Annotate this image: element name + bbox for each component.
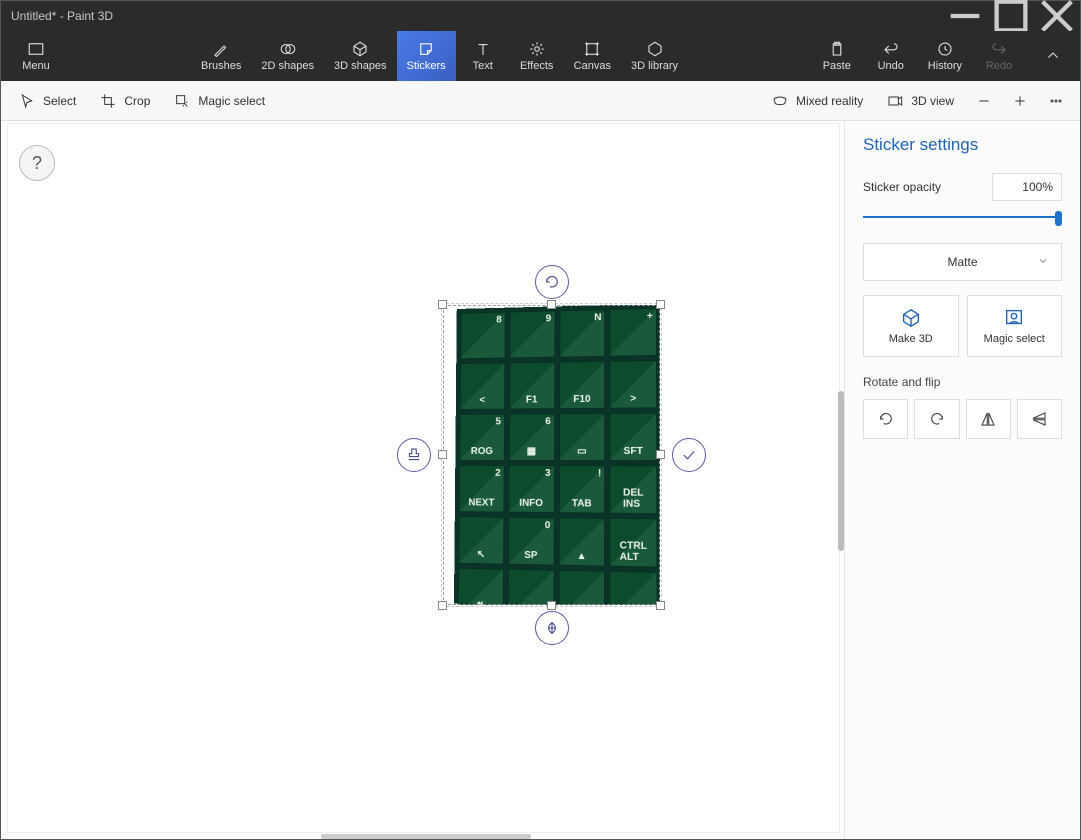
undo-label: Undo (878, 60, 904, 72)
3d-shapes-tab[interactable]: 3D shapes (324, 31, 397, 81)
paste-button[interactable]: Paste (810, 31, 864, 81)
chevron-down-icon (1037, 255, 1049, 270)
make-3d-handle[interactable] (535, 611, 569, 645)
effects-label: Effects (520, 60, 553, 72)
2d-shapes-tab[interactable]: 2D shapes (251, 31, 324, 81)
resize-handle-ml[interactable] (438, 450, 447, 459)
canvas-label: Canvas (574, 60, 611, 72)
opacity-slider[interactable] (863, 209, 1062, 225)
material-select[interactable]: Matte (863, 243, 1062, 281)
horizontal-scrollbar[interactable] (321, 834, 531, 839)
opacity-label: Sticker opacity (863, 180, 941, 194)
rotate-flip-label: Rotate and flip (863, 375, 1062, 389)
resize-handle-mr[interactable] (656, 450, 665, 459)
stickers-label: Stickers (407, 60, 446, 72)
selection-outline (443, 305, 660, 605)
panel-title: Sticker settings (863, 135, 1062, 155)
resize-handle-tm[interactable] (547, 300, 556, 309)
rotate-handle[interactable] (535, 265, 569, 299)
zoom-in-button[interactable] (1002, 81, 1038, 120)
magic-select-tool[interactable]: Magic select (162, 81, 277, 120)
mixed-reality-button[interactable]: Mixed reality (760, 81, 875, 120)
more-button[interactable] (1038, 81, 1074, 120)
side-panel: Sticker settings Sticker opacity 100% Ma… (844, 121, 1080, 839)
opacity-input[interactable]: 100% (992, 173, 1062, 201)
expand-ribbon-button[interactable] (1026, 31, 1080, 81)
stickers-tab[interactable]: Stickers (397, 31, 456, 81)
tools-bar: Select Crop Magic select Mixed reality 3… (1, 81, 1080, 121)
resize-handle-bm[interactable] (547, 601, 556, 610)
panel-magic-select-label: Magic select (984, 333, 1045, 345)
2d-shapes-label: 2D shapes (261, 60, 314, 72)
canvas-tab[interactable]: Canvas (564, 31, 621, 81)
maximize-button[interactable] (988, 1, 1034, 31)
commit-button[interactable] (672, 438, 706, 472)
effects-tab[interactable]: Effects (510, 31, 564, 81)
material-value: Matte (947, 255, 977, 269)
resize-handle-tl[interactable] (438, 300, 447, 309)
vertical-scrollbar[interactable] (838, 391, 844, 551)
brushes-label: Brushes (201, 60, 241, 72)
menu-label: Menu (22, 60, 50, 72)
menu-button[interactable]: Menu (1, 31, 71, 81)
slider-track (863, 216, 1062, 218)
3d-library-label: 3D library (631, 60, 678, 72)
opacity-value: 100% (1022, 180, 1053, 194)
redo-label: Redo (986, 60, 1012, 72)
zoom-out-button[interactable] (966, 81, 1002, 120)
resize-handle-bl[interactable] (438, 601, 447, 610)
help-button[interactable]: ? (19, 145, 55, 181)
3d-view-button[interactable]: 3D view (875, 81, 966, 120)
minimize-button[interactable] (942, 1, 988, 31)
window-title: Untitled* - Paint 3D (11, 9, 113, 23)
history-label: History (928, 60, 962, 72)
magic-select-label: Magic select (198, 94, 265, 108)
window-controls (942, 1, 1080, 31)
close-button[interactable] (1034, 1, 1080, 31)
make-3d-button[interactable]: Make 3D (863, 295, 959, 357)
brushes-tab[interactable]: Brushes (191, 31, 251, 81)
flip-horizontal-button[interactable] (966, 399, 1011, 439)
3d-shapes-label: 3D shapes (334, 60, 387, 72)
slider-thumb[interactable] (1055, 211, 1062, 226)
3d-view-label: 3D view (911, 94, 954, 108)
redo-button[interactable]: Redo (972, 31, 1026, 81)
resize-handle-br[interactable] (656, 601, 665, 610)
stamp-button[interactable] (397, 438, 431, 472)
ribbon: Menu Brushes 2D shapes 3D shapes Sticker… (1, 31, 1080, 81)
make-3d-label: Make 3D (889, 333, 933, 345)
history-button[interactable]: History (918, 31, 972, 81)
rotate-cw-button[interactable] (914, 399, 959, 439)
canvas-area[interactable]: ? 89N+ <F1F10> 5ROG6▦▭SFT 2NEXT3INFO!TAB… (1, 121, 844, 839)
paste-label: Paste (823, 60, 851, 72)
panel-magic-select-button[interactable]: Magic select (967, 295, 1063, 357)
title-bar: Untitled* - Paint 3D (1, 1, 1080, 31)
select-tool[interactable]: Select (7, 81, 88, 120)
resize-handle-tr[interactable] (656, 300, 665, 309)
rotate-ccw-button[interactable] (863, 399, 908, 439)
text-label: Text (473, 60, 493, 72)
canvas[interactable] (7, 123, 840, 833)
select-label: Select (43, 94, 76, 108)
text-tab[interactable]: Text (456, 31, 510, 81)
undo-button[interactable]: Undo (864, 31, 918, 81)
3d-library-tab[interactable]: 3D library (621, 31, 688, 81)
crop-label: Crop (124, 94, 150, 108)
flip-vertical-button[interactable] (1017, 399, 1062, 439)
mixed-reality-label: Mixed reality (796, 94, 863, 108)
main-area: ? 89N+ <F1F10> 5ROG6▦▭SFT 2NEXT3INFO!TAB… (1, 121, 1080, 839)
crop-tool[interactable]: Crop (88, 81, 162, 120)
sticker-selection[interactable]: 89N+ <F1F10> 5ROG6▦▭SFT 2NEXT3INFO!TABDE… (443, 305, 660, 605)
